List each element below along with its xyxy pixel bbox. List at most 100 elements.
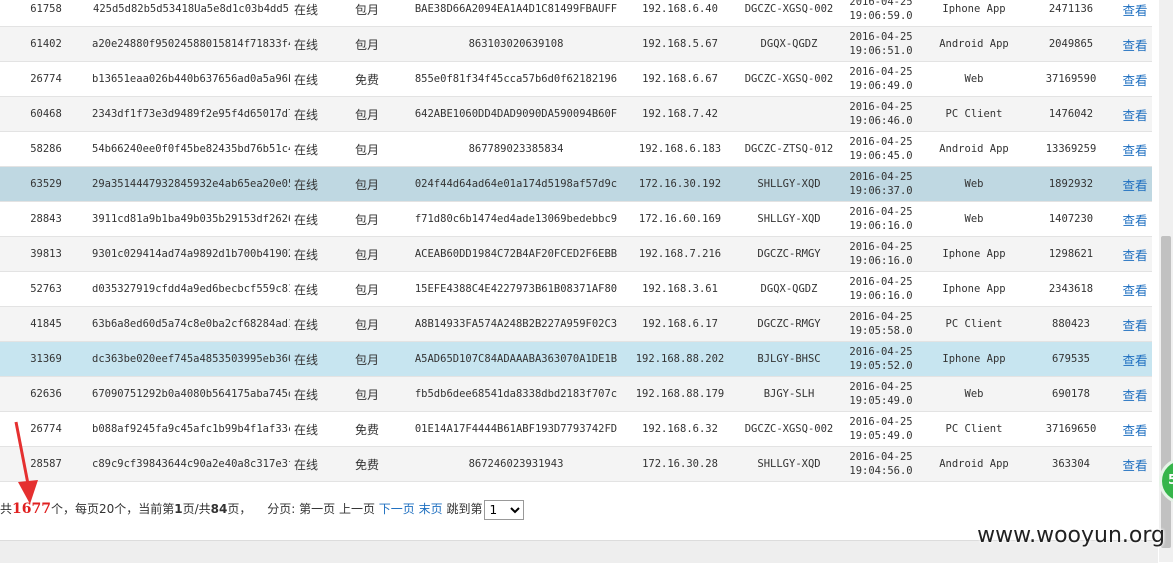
status-cell: 在线: [290, 306, 322, 342]
device-id-cell: 642ABE1060DD4DAD9090DA590094B60F: [412, 96, 620, 132]
ip-address-cell: 192.168.5.67: [620, 26, 740, 62]
login-clock: 19:05:58.0: [849, 325, 913, 337]
action-cell: 查看: [1118, 0, 1152, 27]
login-date: 2016-04-25: [849, 346, 913, 358]
plan-cell: 包月: [322, 0, 412, 27]
status-cell: 在线: [290, 341, 322, 377]
session-hash-cell: 2343df1f73e3d9489f2e95f4d65017d7: [92, 96, 290, 132]
table-row: 60468 2343df1f73e3d9489f2e95f4d65017d7 在…: [0, 96, 1152, 132]
login-date: 2016-04-25: [849, 31, 913, 43]
device-id-cell: 863103020639108: [412, 26, 620, 62]
device-id-cell: f71d80c6b1474ed4ade13069bedebbc9: [412, 201, 620, 237]
status-cell: 在线: [290, 411, 322, 447]
jump-page-select[interactable]: 1: [484, 499, 525, 520]
action-cell: 查看: [1118, 96, 1152, 132]
login-time-cell: 2016-04-25 19:06:16.0: [838, 236, 924, 272]
table-row: 61402 a20e24880f95024588015814f71833f4 在…: [0, 26, 1152, 62]
plan-cell: 免费: [322, 61, 412, 97]
action-cell: 查看: [1118, 411, 1152, 447]
last-page-link[interactable]: 末页: [419, 502, 443, 516]
view-link[interactable]: 查看: [1122, 108, 1147, 123]
login-clock: 19:06:45.0: [849, 150, 913, 162]
view-link[interactable]: 查看: [1122, 178, 1147, 193]
next-page-link[interactable]: 下一页: [379, 502, 415, 516]
login-date: 2016-04-25: [849, 311, 913, 323]
client-type-cell: Android App: [924, 131, 1024, 167]
session-table-wrapper: 61758 425d5d82b5d53418Ua5e8d1c03b4dd5 在线…: [0, 0, 1152, 482]
table-row: 28587 c89c9cf39843644c90a2e40a8c317e3f 在…: [0, 446, 1152, 482]
view-link[interactable]: 查看: [1122, 353, 1147, 368]
user-id-cell: 39813: [0, 236, 92, 272]
plan-cell: 包月: [322, 306, 412, 342]
view-link[interactable]: 查看: [1122, 458, 1147, 473]
plan-cell: 包月: [322, 26, 412, 62]
table-row: 61758 425d5d82b5d53418Ua5e8d1c03b4dd5 在线…: [0, 0, 1152, 27]
login-date: 2016-04-25: [849, 451, 913, 463]
jump-label: 跳到第: [446, 502, 483, 516]
status-cell: 在线: [290, 61, 322, 97]
login-time-cell: 2016-04-25 19:06:45.0: [838, 131, 924, 167]
plan-cell: 包月: [322, 131, 412, 167]
pages-suffix: 页，: [227, 502, 252, 516]
user-id-cell: 58286: [0, 131, 92, 167]
view-link[interactable]: 查看: [1122, 213, 1147, 228]
view-link[interactable]: 查看: [1122, 248, 1147, 263]
view-link[interactable]: 查看: [1122, 73, 1147, 88]
view-link[interactable]: 查看: [1122, 388, 1147, 403]
device-id-cell: 855e0f81f34f45cca57b6d0f62182196: [412, 61, 620, 97]
user-id-cell: 26774: [0, 61, 92, 97]
first-page-text: 第一页: [299, 502, 336, 516]
user-id-cell: 61758: [0, 0, 92, 27]
plan-cell: 包月: [322, 376, 412, 412]
ip-address-cell: 192.168.6.40: [620, 0, 740, 27]
traffic-cell: 13369259: [1024, 131, 1118, 167]
action-cell: 查看: [1118, 61, 1152, 97]
action-cell: 查看: [1118, 341, 1152, 377]
login-clock: 19:04:56.0: [849, 465, 913, 477]
access-point-cell: DGCZC-XGSQ-002: [740, 0, 838, 27]
traffic-cell: 363304: [1024, 446, 1118, 482]
action-cell: 查看: [1118, 236, 1152, 272]
session-table: 61758 425d5d82b5d53418Ua5e8d1c03b4dd5 在线…: [0, 0, 1152, 482]
login-time-cell: 2016-04-25 19:06:49.0: [838, 61, 924, 97]
prev-page-text: 上一页: [338, 502, 375, 516]
view-link[interactable]: 查看: [1122, 318, 1147, 333]
login-clock: 19:05:49.0: [849, 395, 913, 407]
view-link[interactable]: 查看: [1122, 283, 1147, 298]
access-point-cell: DGCZC-XGSQ-002: [740, 61, 838, 97]
view-link[interactable]: 查看: [1122, 423, 1147, 438]
access-point-cell: DGQX-QGDZ: [740, 271, 838, 307]
current-page: 1: [174, 502, 183, 516]
plan-cell: 包月: [322, 201, 412, 237]
view-link[interactable]: 查看: [1122, 38, 1147, 53]
action-cell: 查看: [1118, 271, 1152, 307]
device-id-cell: ACEAB60DD1984C72B4AF20FCED2F6EBB: [412, 236, 620, 272]
access-point-cell: DGCZC-ZTSQ-012: [740, 131, 838, 167]
login-clock: 19:06:49.0: [849, 80, 913, 92]
access-point-cell: BJLGY-BHSC: [740, 341, 838, 377]
login-date: 2016-04-25: [849, 171, 913, 183]
table-row: 31369 dc363be020eef745a4853503995eb360 在…: [0, 341, 1152, 377]
view-link[interactable]: 查看: [1122, 143, 1147, 158]
status-cell: 在线: [290, 26, 322, 62]
session-hash-cell: a20e24880f95024588015814f71833f4: [92, 26, 290, 62]
status-cell: 在线: [290, 446, 322, 482]
login-time-cell: 2016-04-25 19:06:51.0: [838, 26, 924, 62]
watermark-text: www.wooyun.org: [977, 523, 1165, 548]
action-cell: 查看: [1118, 201, 1152, 237]
login-time-cell: 2016-04-25 19:06:16.0: [838, 271, 924, 307]
status-cell: 在线: [290, 376, 322, 412]
ip-address-cell: 192.168.7.216: [620, 236, 740, 272]
view-link[interactable]: 查看: [1122, 3, 1147, 18]
plan-cell: 包月: [322, 236, 412, 272]
access-point-cell: SHLLGY-XQD: [740, 166, 838, 202]
ip-address-cell: 192.168.7.42: [620, 96, 740, 132]
device-id-cell: 867246023931943: [412, 446, 620, 482]
login-clock: 19:06:16.0: [849, 255, 913, 267]
scrollbar-thumb[interactable]: [1161, 236, 1171, 548]
ip-address-cell: 192.168.3.61: [620, 271, 740, 307]
action-cell: 查看: [1118, 26, 1152, 62]
user-id-cell: 52763: [0, 271, 92, 307]
status-cell: 在线: [290, 236, 322, 272]
client-type-cell: Android App: [924, 26, 1024, 62]
